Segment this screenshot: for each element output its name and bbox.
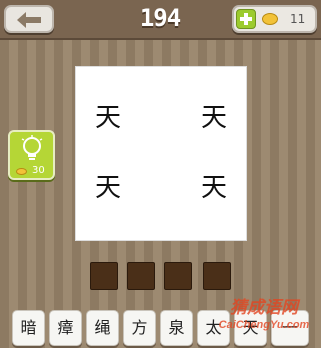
lightbulb-icon (21, 135, 43, 160)
level-number: 194 (139, 4, 181, 32)
plus-icon (240, 13, 252, 25)
puzzle-image: 天 天 天 天 (75, 66, 247, 241)
coin-balance: 11 (232, 5, 317, 33)
back-button[interactable] (4, 5, 54, 33)
letter-tile[interactable]: 暗 (12, 310, 45, 346)
letter-tile[interactable]: 方 (123, 310, 156, 346)
answer-slot[interactable] (164, 262, 192, 290)
puzzle-char-bottom-right: 天 (200, 173, 227, 203)
coin-icon (16, 168, 27, 175)
letter-tile[interactable]: 瘴 (49, 310, 82, 346)
top-bar: 194 11 (0, 0, 321, 40)
answer-slot[interactable] (203, 262, 231, 290)
watermark-title: 猜成语网 (230, 298, 298, 317)
watermark: 猜成语网 CaiChengYu.com (210, 298, 318, 346)
letter-tile[interactable]: 泉 (160, 310, 193, 346)
answer-slot[interactable] (127, 262, 155, 290)
puzzle-char-bottom-left: 天 (94, 173, 121, 203)
watermark-url: CaiChengYu.com (218, 319, 310, 331)
coin-icon (262, 13, 278, 25)
hint-button[interactable]: 30 (8, 130, 55, 180)
add-coins-button[interactable] (236, 9, 256, 29)
hint-cost: 30 (32, 165, 45, 176)
arrow-left-icon (17, 12, 41, 28)
letter-tile[interactable]: 绳 (86, 310, 119, 346)
answer-slot[interactable] (90, 262, 118, 290)
puzzle-char-top-left: 天 (94, 103, 121, 133)
puzzle-char-top-right: 天 (200, 103, 227, 133)
coin-count: 11 (290, 12, 306, 26)
